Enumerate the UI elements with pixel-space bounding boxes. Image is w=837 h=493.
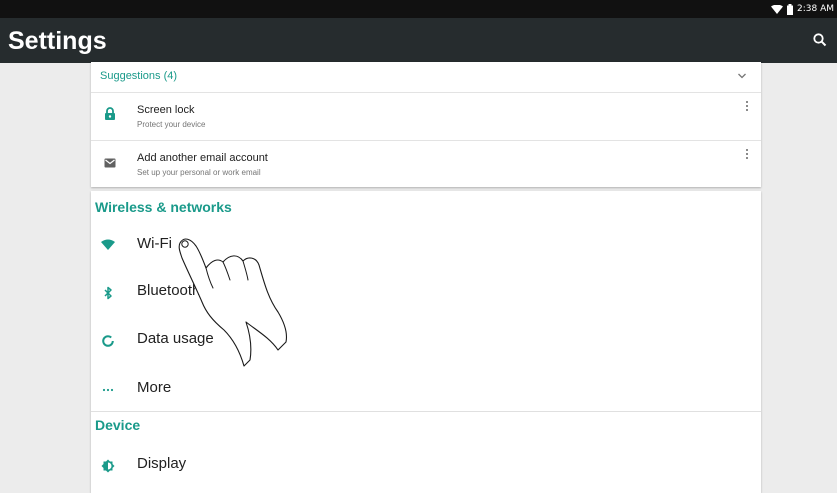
page-title: Settings <box>8 27 107 55</box>
section-title-wireless: Wireless & networks <box>95 199 232 215</box>
suggestion-title: Screen lock <box>137 104 195 116</box>
settings-item-label: Wi-Fi <box>137 235 172 252</box>
wifi-signal-icon <box>771 4 783 14</box>
settings-item-label: Data usage <box>137 330 214 347</box>
suggestion-subtitle: Protect your device <box>137 120 206 129</box>
suggestion-screen-lock[interactable]: Screen lock Protect your device <box>91 93 761 141</box>
search-button[interactable] <box>811 31 829 49</box>
chevron-down-icon[interactable] <box>737 72 747 80</box>
settings-item-label: Display <box>137 455 187 472</box>
wifi-icon <box>101 239 115 250</box>
status-icons: 2:38 AM <box>771 2 834 16</box>
settings-item-data-usage[interactable]: Data usage <box>91 317 761 363</box>
status-time: 2:38 AM <box>797 4 834 14</box>
search-icon <box>813 33 827 47</box>
settings-list-card: Wireless & networks Wi-Fi Bluetooth Data… <box>91 191 761 493</box>
suggestions-header[interactable]: Suggestions (4) <box>91 62 761 93</box>
suggestion-title: Add another email account <box>137 152 268 164</box>
settings-item-display[interactable]: Display <box>91 443 761 489</box>
battery-icon <box>787 3 793 15</box>
lock-icon <box>105 107 115 120</box>
more-icon <box>102 388 114 392</box>
display-icon <box>101 459 115 473</box>
email-icon <box>104 158 116 168</box>
suggestions-title: Suggestions (4) <box>100 70 178 82</box>
app-bar: Settings <box>0 18 837 63</box>
suggestions-card: Suggestions (4) Screen lock Protect your… <box>91 62 761 187</box>
overflow-menu-icon[interactable] <box>745 100 749 114</box>
settings-item-label: More <box>137 379 172 396</box>
settings-item-wifi[interactable]: Wi-Fi <box>91 223 761 269</box>
suggestion-email-account[interactable]: Add another email account Set up your pe… <box>91 141 761 188</box>
section-title-device: Device <box>95 417 141 433</box>
suggestion-subtitle: Set up your personal or work email <box>137 168 261 177</box>
data-usage-icon <box>102 335 114 347</box>
bluetooth-icon <box>104 286 112 300</box>
settings-item-label: Bluetooth <box>137 282 201 299</box>
section-divider <box>91 411 761 412</box>
settings-item-bluetooth[interactable]: Bluetooth <box>91 269 761 315</box>
overflow-menu-icon[interactable] <box>745 148 749 162</box>
status-bar: 2:38 AM <box>0 0 837 18</box>
settings-item-more[interactable]: More <box>91 365 761 411</box>
